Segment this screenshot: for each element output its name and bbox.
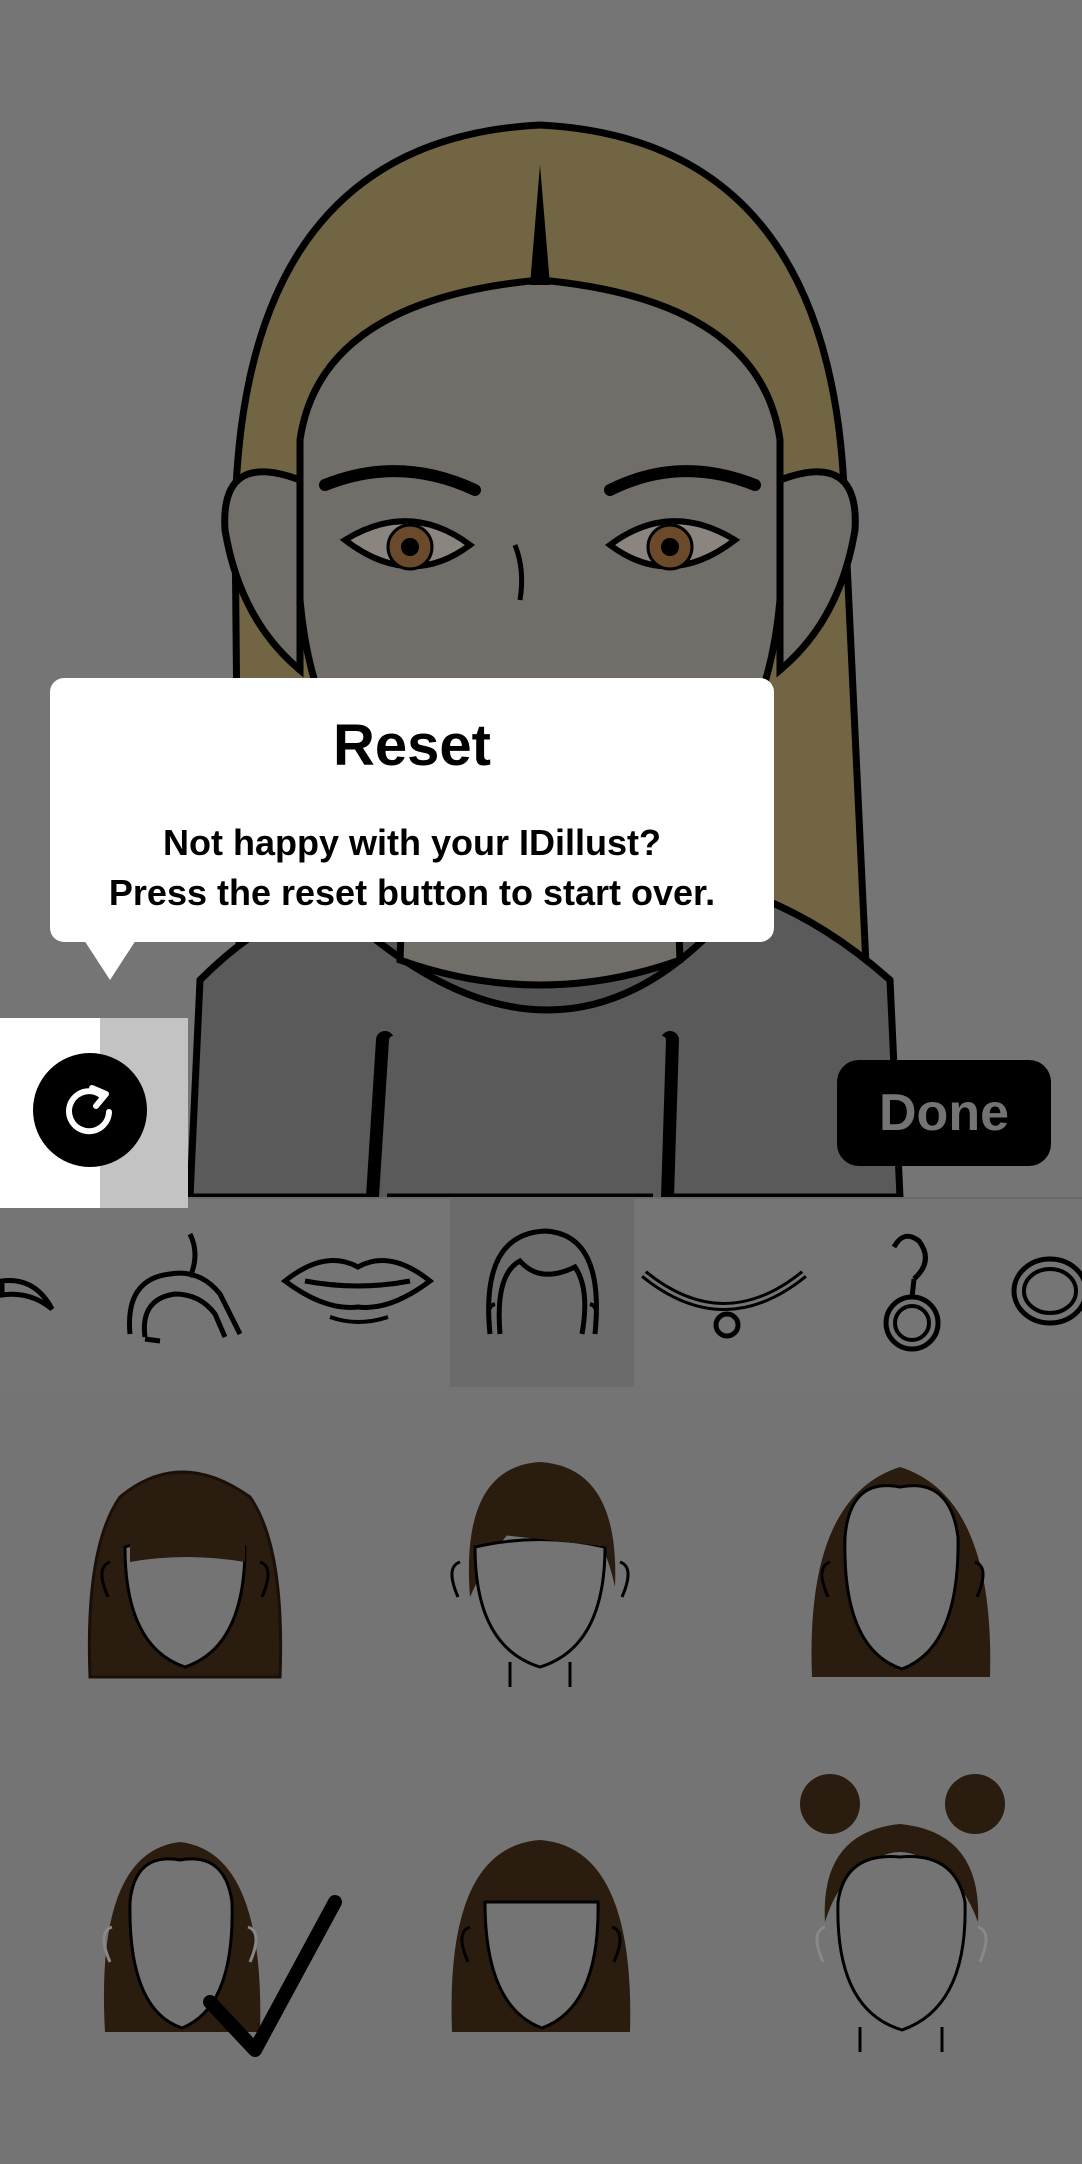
earring-icon	[883, 1233, 941, 1352]
tooltip-line-1: Not happy with your IDillust?	[163, 822, 661, 863]
tooltip-line-2: Press the reset button to start over.	[108, 872, 716, 913]
tooltip-arrow	[84, 940, 136, 980]
ring-icon	[1011, 1256, 1082, 1326]
hair-options-grid	[0, 1387, 1082, 2164]
hair-thumbnail	[800, 1774, 1005, 2052]
refresh-icon	[66, 1085, 112, 1135]
hair-option-space-buns[interactable]	[720, 1752, 1080, 2112]
hair-icon	[486, 1228, 599, 1335]
tab-headband[interactable]	[90, 1199, 270, 1387]
reset-tooltip: Reset Not happy with your IDillust? Pres…	[50, 678, 774, 942]
tooltip-body: Not happy with your IDillust? Press the …	[50, 818, 774, 918]
hair-thumbnail	[451, 1840, 631, 2032]
hair-option-long-center-part[interactable]	[0, 1752, 360, 2112]
tooltip-title: Reset	[333, 713, 491, 778]
done-button[interactable]: Done	[837, 1060, 1051, 1166]
eyebrow-icon	[0, 1278, 55, 1311]
tab-lips[interactable]	[270, 1199, 450, 1387]
category-tabs	[0, 1197, 1082, 1389]
necklace-icon	[641, 1270, 807, 1339]
hair-thumbnail	[811, 1467, 991, 1677]
hair-option-medium-center-part[interactable]	[720, 1387, 1080, 1747]
hair-option-short-side-swept[interactable]	[360, 1387, 720, 1747]
tab-eyebrow[interactable]	[0, 1199, 90, 1387]
hair-thumbnail	[450, 1462, 630, 1687]
tab-ring[interactable]	[994, 1199, 1082, 1387]
checkmark-icon	[203, 1895, 342, 2057]
hair-thumbnail	[87, 1470, 283, 1679]
hair-option-bob-with-bangs[interactable]	[0, 1387, 360, 1747]
headband-icon	[127, 1232, 243, 1344]
tab-earring[interactable]	[814, 1199, 994, 1387]
tab-hair[interactable]	[450, 1199, 634, 1387]
hair-option-long-blunt-bangs[interactable]	[360, 1752, 720, 2112]
lips-icon	[280, 1258, 435, 1324]
reset-button[interactable]	[33, 1053, 147, 1167]
tab-necklace[interactable]	[634, 1199, 814, 1387]
